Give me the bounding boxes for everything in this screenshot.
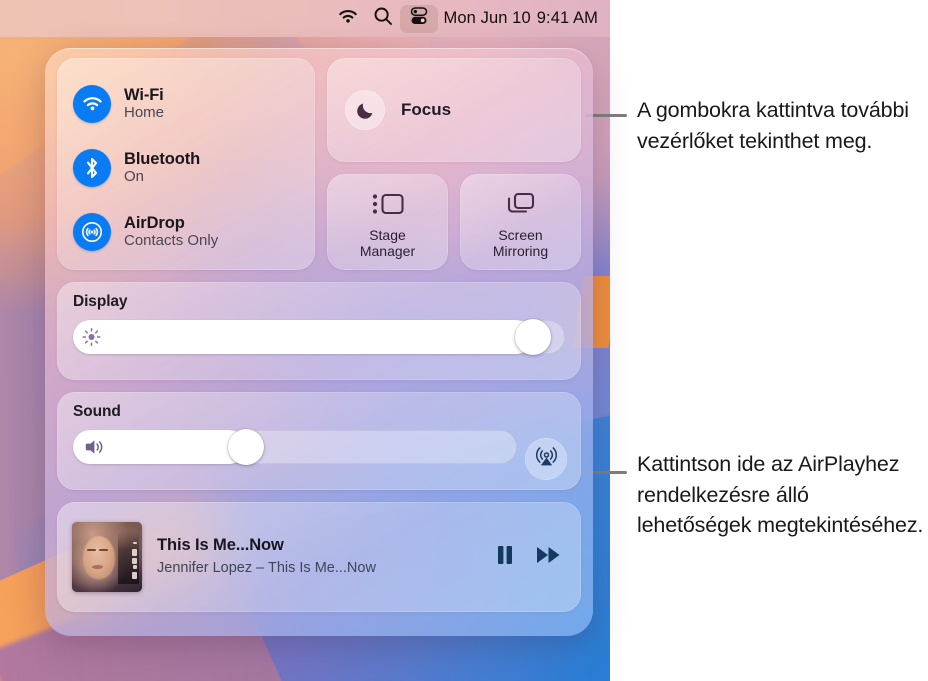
sound-label: Sound [73, 403, 121, 420]
screenshot-root: Mon Jun 10 9:41 AM Wi-Fi Home Bluetooth … [0, 0, 928, 681]
stage-manager-label-line2: Manager [359, 243, 416, 259]
airdrop-status: Contacts Only [124, 232, 219, 250]
now-playing-subtitle: Jennifer Lopez – This Is Me...Now [157, 560, 376, 577]
sound-volume-slider[interactable] [73, 429, 517, 465]
album-art-title-line [132, 564, 138, 569]
stage-manager-tile[interactable]: Stage Manager [327, 174, 448, 270]
control-center-panel: Wi-Fi Home Bluetooth On AirDrop Contacts… [45, 48, 593, 636]
menubar-date: Mon Jun 10 [443, 9, 531, 27]
pause-button[interactable] [495, 544, 515, 571]
callout-buttons-text: A gombokra kattintva további vezérlőket … [637, 98, 909, 153]
stage-manager-label-line1: Stage [369, 226, 406, 243]
airplay-button[interactable] [525, 438, 567, 480]
album-art-title-line [131, 572, 138, 580]
connectivity-row-bluetooth[interactable]: Bluetooth On [73, 136, 315, 200]
album-art-face [83, 536, 116, 580]
album-artwork[interactable] [72, 522, 142, 592]
moon-icon [345, 90, 385, 130]
airdrop-title: AirDrop [124, 213, 185, 232]
search-icon [373, 6, 393, 31]
screen-mirroring-icon [505, 185, 537, 223]
album-art-brow-right [98, 548, 108, 551]
control-center-icon [408, 5, 430, 32]
stage-manager-icon [371, 185, 405, 223]
screen-mirroring-label-line2: Mirroring [492, 243, 549, 259]
bluetooth-title: Bluetooth [124, 149, 201, 168]
now-playing-controls [495, 544, 563, 571]
airplay-icon [534, 444, 559, 474]
album-art-title-block [118, 531, 140, 584]
wifi-icon [73, 85, 111, 123]
display-slider-knob[interactable] [515, 319, 552, 355]
connectivity-tile: Wi-Fi Home Bluetooth On AirDrop Contacts… [57, 58, 315, 270]
wifi-title: Wi-Fi [124, 85, 164, 104]
menubar-spotlight-button[interactable] [366, 5, 400, 32]
screen-mirroring-tile[interactable]: Screen Mirroring [460, 174, 581, 270]
bluetooth-status: On [124, 168, 145, 186]
menubar-time: 9:41 AM [536, 9, 598, 27]
stage-manager-label: Stage Manager [360, 227, 415, 259]
sound-slider-knob[interactable] [228, 429, 265, 465]
focus-tile[interactable]: Focus [327, 58, 581, 162]
callout-airplay-text: Kattintson ide az AirPlayhez rendelkezés… [637, 452, 924, 538]
connectivity-row-airdrop[interactable]: AirDrop Contacts Only [73, 200, 315, 264]
callout-buttons: A gombokra kattintva további vezérlőket … [637, 95, 925, 156]
focus-label: Focus [401, 100, 452, 119]
album-art-title-line [131, 549, 138, 557]
screen-mirroring-label: Screen Mirroring [493, 227, 548, 259]
brightness-icon [82, 327, 101, 347]
bluetooth-icon [73, 149, 111, 187]
now-playing-tile: This Is Me...Now Jennifer Lopez – This I… [57, 502, 581, 612]
screen-mirroring-label-line1: Screen [498, 226, 543, 243]
menubar-wifi-button[interactable] [330, 5, 366, 32]
menu-bar: Mon Jun 10 9:41 AM [0, 0, 610, 37]
now-playing-text: This Is Me...Now Jennifer Lopez – This I… [157, 536, 495, 577]
menubar-control-center-button[interactable] [399, 4, 438, 33]
album-art-title-line [132, 557, 138, 564]
display-tile: Display [57, 282, 581, 380]
now-playing-title: This Is Me...Now [157, 536, 284, 555]
connectivity-row-wifi[interactable]: Wi-Fi Home [73, 72, 315, 136]
callout-airplay: Kattintson ide az AirPlayhez rendelkezés… [637, 449, 925, 541]
menubar-clock[interactable]: Mon Jun 10 9:41 AM [438, 9, 598, 28]
wifi-icon [337, 8, 359, 30]
speaker-icon [82, 438, 105, 456]
display-brightness-slider[interactable] [73, 319, 565, 355]
display-label: Display [73, 293, 128, 310]
airdrop-icon [73, 213, 111, 251]
display-slider-fill [73, 320, 534, 354]
album-art-title-line [132, 542, 138, 545]
wifi-status: Home [124, 104, 165, 122]
fast-forward-button[interactable] [535, 544, 563, 571]
album-art-brow-left [87, 548, 97, 551]
sound-tile: Sound [57, 392, 581, 490]
